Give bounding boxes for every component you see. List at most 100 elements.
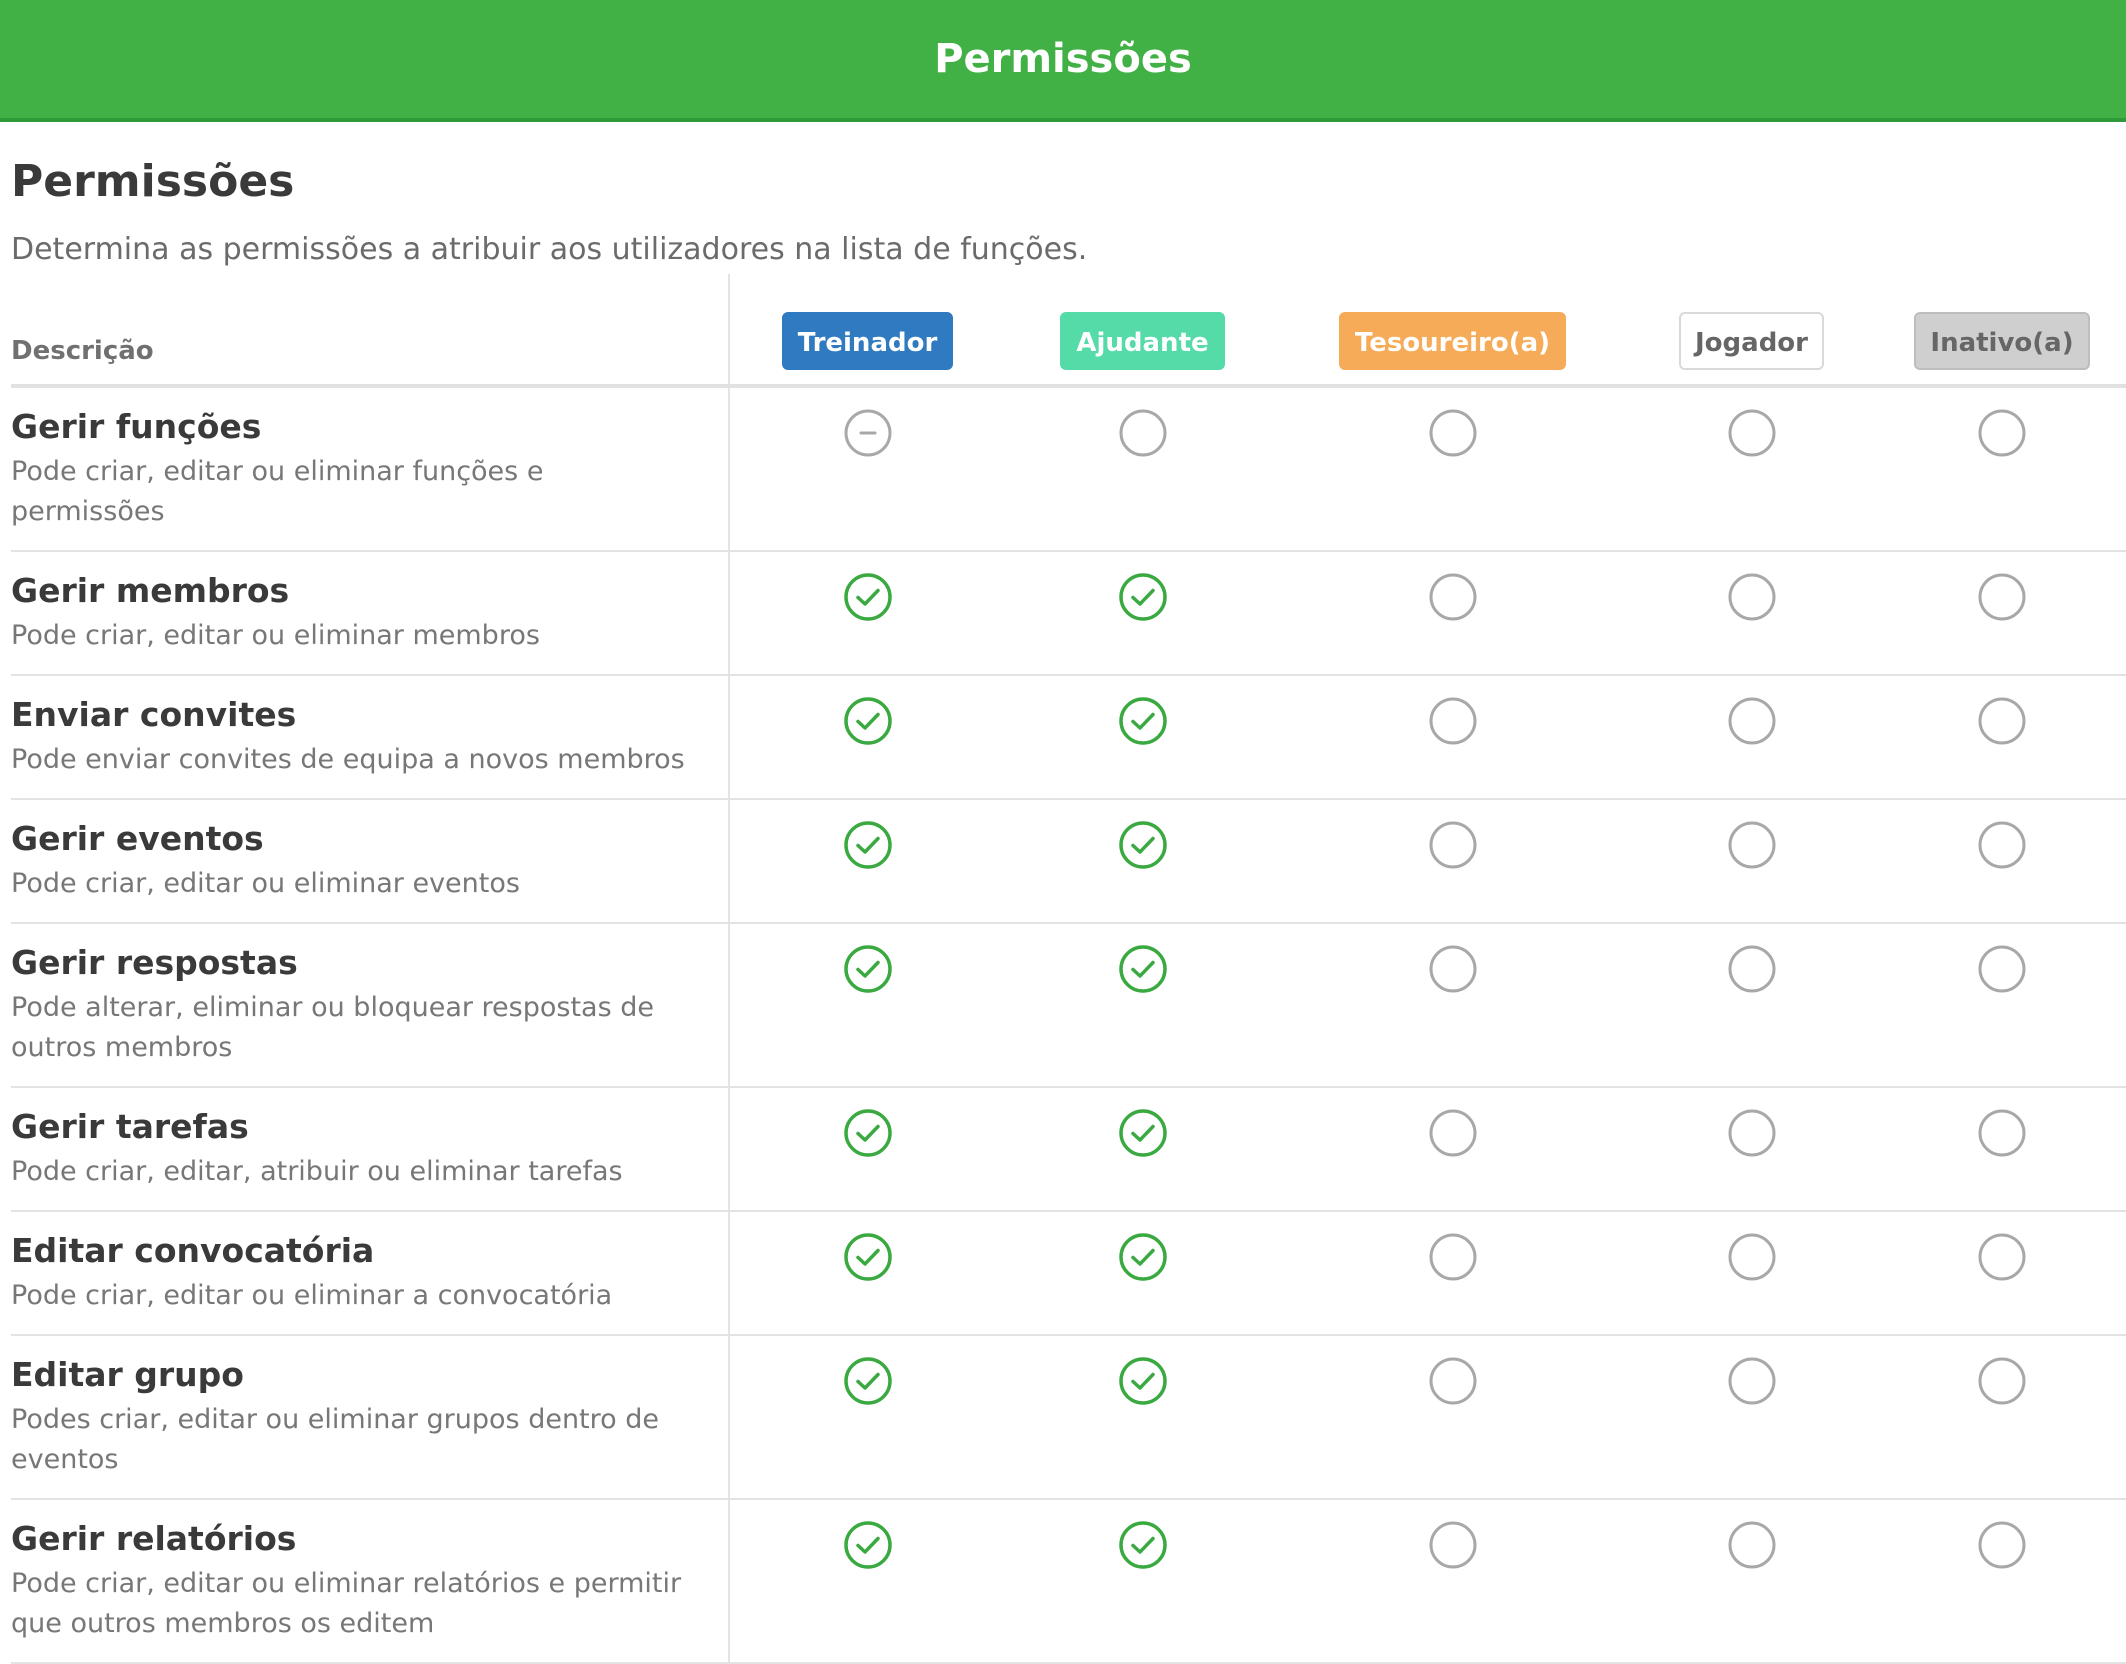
empty-circle-icon[interactable] — [1118, 408, 1168, 458]
check-circle-icon[interactable] — [843, 1356, 893, 1406]
check-circle-icon[interactable] — [843, 696, 893, 746]
permission-cell — [1878, 1499, 2126, 1664]
role-badge-jogador[interactable]: Jogador — [1679, 312, 1824, 370]
empty-circle-icon[interactable] — [1727, 944, 1777, 994]
empty-circle-icon[interactable] — [1428, 1232, 1478, 1282]
check-circle-icon[interactable] — [843, 944, 893, 994]
permission-title: Gerir eventos — [11, 819, 264, 858]
check-circle-icon[interactable] — [843, 820, 893, 870]
permission-cell — [1878, 923, 2126, 1088]
permission-description: Podes criar, editar ou eliminar grupos d… — [11, 1404, 659, 1475]
permission-cell — [1005, 1211, 1280, 1336]
empty-circle-icon[interactable] — [1727, 1108, 1777, 1158]
permission-cell — [1878, 1211, 2126, 1336]
permission-description-cell: Gerir relatórios Pode criar, editar ou el… — [11, 1499, 730, 1664]
table-row: Gerir funções Pode criar, editar ou elimi… — [11, 386, 2126, 552]
role-badge-tesoureiro[interactable]: Tesoureiro(a) — [1338, 312, 1567, 370]
check-circle-icon[interactable] — [1118, 1356, 1168, 1406]
empty-circle-icon[interactable] — [1727, 572, 1777, 622]
role-badge-treinador[interactable]: Treinador — [781, 312, 954, 370]
empty-circle-icon[interactable] — [1977, 944, 2027, 994]
empty-circle-icon[interactable] — [1428, 1520, 1478, 1570]
table-row: Editar grupo Podes criar, editar ou elimi… — [11, 1335, 2126, 1500]
check-circle-icon[interactable] — [1118, 944, 1168, 994]
empty-circle-icon[interactable] — [1727, 1520, 1777, 1570]
empty-circle-icon[interactable] — [1977, 1108, 2027, 1158]
empty-circle-icon[interactable] — [1977, 1520, 2027, 1570]
table-row: Gerir relatórios Pode criar, editar ou el… — [11, 1499, 2126, 1664]
permission-cell — [1280, 1087, 1625, 1212]
check-circle-icon[interactable] — [1118, 572, 1168, 622]
empty-circle-icon[interactable] — [1977, 696, 2027, 746]
check-circle-icon[interactable] — [843, 1108, 893, 1158]
permission-cell — [729, 551, 1005, 676]
permission-cell — [1878, 1335, 2126, 1500]
empty-circle-icon[interactable] — [1977, 1232, 2027, 1282]
empty-circle-icon[interactable] — [1428, 408, 1478, 458]
empty-circle-icon[interactable] — [1727, 408, 1777, 458]
permission-cell — [1280, 923, 1625, 1088]
empty-circle-icon[interactable] — [1428, 572, 1478, 622]
page-content: Permissões Determina as permissões a atr… — [0, 154, 2126, 1664]
role-badge-ajudante[interactable]: Ajudante — [1060, 312, 1225, 370]
permission-cell — [1005, 1087, 1280, 1212]
minus-circle-icon[interactable] — [843, 408, 893, 458]
permission-description: Pode criar, editar ou eliminar eventos — [11, 868, 520, 899]
permission-description-cell: Enviar convites Pode enviar convites de e… — [11, 675, 730, 800]
check-circle-icon[interactable] — [843, 1520, 893, 1570]
empty-circle-icon[interactable] — [1727, 820, 1777, 870]
permission-cell — [1625, 1499, 1878, 1664]
table-row: Gerir membros Pode criar, editar ou elimi… — [11, 551, 2126, 676]
check-circle-icon[interactable] — [1118, 1520, 1168, 1570]
check-circle-icon[interactable] — [1118, 696, 1168, 746]
check-circle-icon[interactable] — [1118, 820, 1168, 870]
permission-cell — [729, 1335, 1005, 1500]
empty-circle-icon[interactable] — [1428, 944, 1478, 994]
permission-description-cell: Gerir respostas Pode alterar, eliminar ou… — [11, 923, 730, 1088]
empty-circle-icon[interactable] — [1727, 1356, 1777, 1406]
empty-circle-icon[interactable] — [1977, 820, 2027, 870]
permission-cell — [1878, 675, 2126, 800]
role-badge-inativo[interactable]: Inativo(a) — [1914, 312, 2090, 370]
empty-circle-icon[interactable] — [1977, 408, 2027, 458]
permission-description-cell: Gerir eventos Pode criar, editar ou elimi… — [11, 799, 730, 924]
table-row: Gerir eventos Pode criar, editar ou elimi… — [11, 799, 2126, 924]
check-circle-icon[interactable] — [843, 1232, 893, 1282]
app-header: Permissões — [0, 0, 2126, 122]
empty-circle-icon[interactable] — [1428, 1356, 1478, 1406]
page-subtitle: Determina as permissões a atribuir aos u… — [11, 232, 1088, 267]
permission-cell — [1280, 799, 1625, 924]
permission-cell — [1878, 386, 2126, 552]
permission-cell — [1280, 675, 1625, 800]
permission-description: Pode criar, editar ou eliminar relatório… — [11, 1568, 682, 1639]
permission-title: Gerir respostas — [11, 943, 298, 982]
permission-cell — [1005, 799, 1280, 924]
empty-circle-icon[interactable] — [1977, 572, 2027, 622]
empty-circle-icon[interactable] — [1727, 696, 1777, 746]
permission-cell — [729, 799, 1005, 924]
permission-description: Pode criar, editar ou eliminar membros — [11, 620, 540, 651]
check-circle-icon[interactable] — [1118, 1108, 1168, 1158]
empty-circle-icon[interactable] — [1977, 1356, 2027, 1406]
permission-cell — [1625, 386, 1878, 552]
permission-cell — [1625, 1211, 1878, 1336]
check-circle-icon[interactable] — [843, 572, 893, 622]
check-circle-icon[interactable] — [1118, 1232, 1168, 1282]
table-header-row: Descrição Treinador Ajudante Tesoureiro(… — [11, 274, 2126, 388]
permission-cell — [1878, 551, 2126, 676]
permission-cell — [1625, 551, 1878, 676]
permission-cell — [729, 675, 1005, 800]
permission-cell — [1280, 1499, 1625, 1664]
empty-circle-icon[interactable] — [1428, 820, 1478, 870]
permission-title: Gerir relatórios — [11, 1519, 297, 1558]
permission-description-cell: Editar convocatória Pode criar, editar ou… — [11, 1211, 730, 1336]
permission-cell — [1878, 799, 2126, 924]
permission-cell — [1280, 551, 1625, 676]
permission-cell — [1280, 1335, 1625, 1500]
page-heading: Permissões — [11, 156, 295, 207]
empty-circle-icon[interactable] — [1727, 1232, 1777, 1282]
permission-cell — [729, 1499, 1005, 1664]
empty-circle-icon[interactable] — [1428, 696, 1478, 746]
permission-cell — [1280, 386, 1625, 552]
empty-circle-icon[interactable] — [1428, 1108, 1478, 1158]
